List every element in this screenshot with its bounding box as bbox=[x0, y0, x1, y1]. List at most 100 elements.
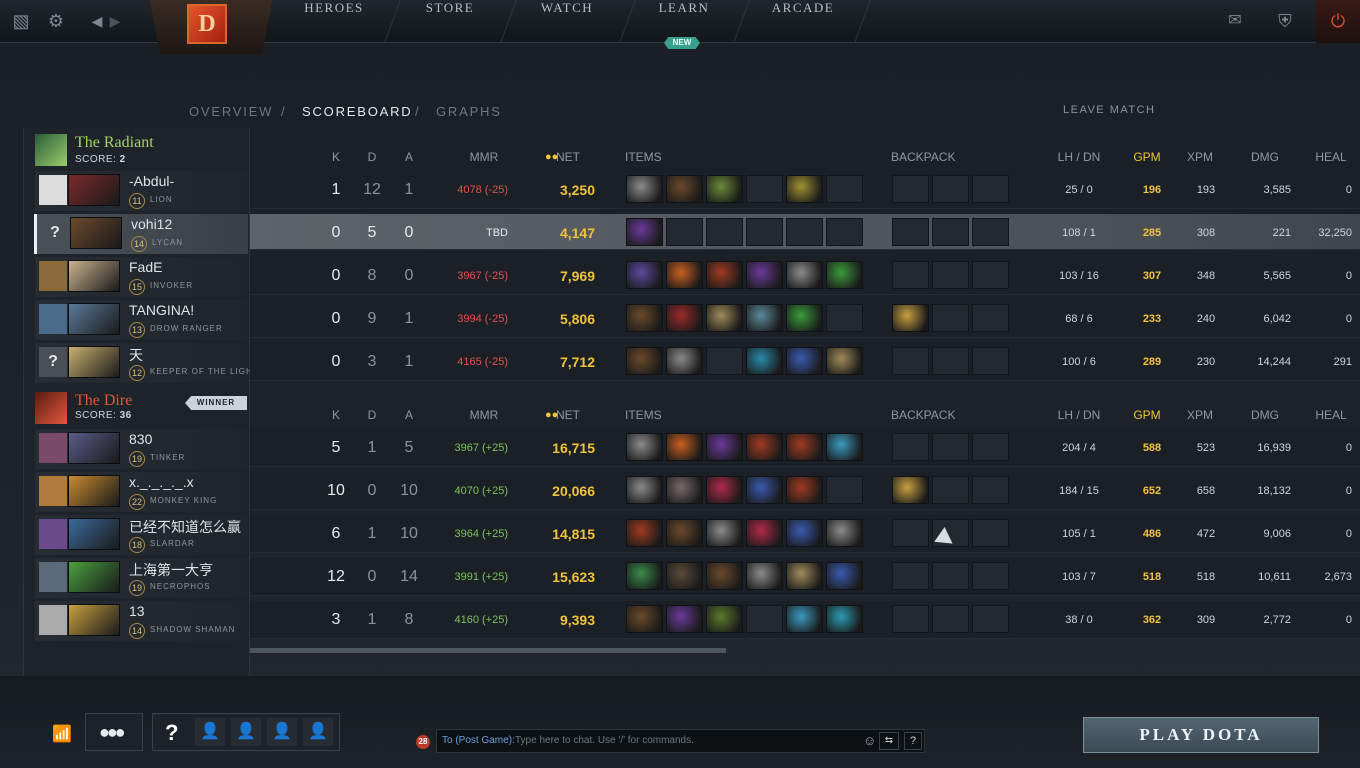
backpack-slot-empty[interactable] bbox=[932, 347, 969, 375]
backpack-slot-empty[interactable] bbox=[972, 347, 1009, 375]
subnav-graphs[interactable]: GRAPHS bbox=[436, 104, 502, 119]
item-slot-empty[interactable] bbox=[786, 218, 823, 246]
nav-tab-learn[interactable]: LEARN bbox=[647, 0, 721, 43]
dota-logo[interactable]: D bbox=[187, 4, 227, 44]
item-slot-empty[interactable] bbox=[826, 218, 863, 246]
party-slot-empty-icon[interactable]: 👤 bbox=[231, 718, 261, 746]
player-name[interactable]: 上海第一大亨 bbox=[129, 560, 213, 580]
player-card[interactable]: 上海第一大亨 19 NECROPHOS bbox=[35, 558, 248, 598]
backpack-slot-empty[interactable] bbox=[892, 433, 929, 461]
nav-tab-heroes[interactable]: HEROES bbox=[295, 0, 373, 43]
player-name[interactable]: 已经不知道怎么赢 bbox=[129, 517, 241, 537]
item-boots-icon[interactable] bbox=[626, 605, 663, 633]
player-card[interactable]: -Abdul- 11 LION bbox=[35, 171, 248, 211]
subnav-overview[interactable]: OVERVIEW bbox=[189, 104, 273, 119]
backpack-slot-empty[interactable] bbox=[932, 218, 969, 246]
item-hood-icon[interactable] bbox=[666, 562, 703, 590]
item-slot-empty[interactable] bbox=[826, 476, 863, 504]
forward-arrow-icon[interactable]: ▶ bbox=[104, 10, 126, 32]
backpack-slot-empty[interactable] bbox=[932, 433, 969, 461]
help-button[interactable]: ? bbox=[165, 720, 178, 746]
chat-target[interactable]: To (Post Game): bbox=[442, 735, 515, 746]
player-card[interactable]: TANGINA! 13 DROW RANGER bbox=[35, 300, 248, 340]
backpack-slot-empty[interactable] bbox=[892, 218, 929, 246]
player-avatar[interactable] bbox=[39, 304, 67, 334]
item-axe-icon[interactable] bbox=[626, 175, 663, 203]
nav-tab-watch[interactable]: WATCH bbox=[527, 0, 607, 43]
item-axe-icon[interactable] bbox=[666, 347, 703, 375]
backpack-slot-empty[interactable] bbox=[932, 562, 969, 590]
item-claw-icon[interactable] bbox=[706, 261, 743, 289]
power-icon[interactable]: ⏻ bbox=[1327, 10, 1349, 32]
player-avatar[interactable] bbox=[39, 433, 67, 463]
item-claw-icon[interactable] bbox=[786, 476, 823, 504]
backpack-slot-empty[interactable] bbox=[972, 304, 1009, 332]
item-staff-icon[interactable] bbox=[786, 519, 823, 547]
table-row[interactable]: 1 12 1 4078 (-25) 3,250 25 / 0 196 193 3,585 0 bbox=[250, 171, 1360, 209]
player-card[interactable]: 830 19 TINKER bbox=[35, 429, 248, 469]
gear-icon[interactable]: ⚙ bbox=[45, 10, 67, 32]
item-slot-empty[interactable] bbox=[746, 175, 783, 203]
item-stone-icon[interactable] bbox=[706, 519, 743, 547]
leave-match-button[interactable]: LEAVE MATCH bbox=[1063, 104, 1156, 116]
backpack-slot-empty[interactable] bbox=[932, 261, 969, 289]
item-axe-icon[interactable] bbox=[626, 476, 663, 504]
party-slot-empty-icon[interactable]: 👤 bbox=[267, 718, 297, 746]
backpack-branch-icon[interactable] bbox=[892, 304, 929, 332]
backpack-slot-empty[interactable] bbox=[972, 218, 1009, 246]
party-slot-empty-icon[interactable]: 👤 bbox=[195, 718, 225, 746]
player-name[interactable]: 830 bbox=[129, 431, 152, 447]
item-kraken-icon[interactable] bbox=[706, 175, 743, 203]
player-avatar[interactable] bbox=[39, 261, 67, 291]
item-hammer-icon[interactable] bbox=[666, 476, 703, 504]
player-avatar[interactable] bbox=[39, 476, 67, 506]
backpack-branch-icon[interactable] bbox=[892, 476, 929, 504]
emoticon-icon[interactable]: ☺ bbox=[863, 733, 876, 748]
player-card[interactable]: 已经不知道怎么赢 18 SLARDAR bbox=[35, 515, 248, 555]
item-fish-icon[interactable] bbox=[746, 347, 783, 375]
item-claw-icon[interactable] bbox=[746, 433, 783, 461]
backpack-slot-empty[interactable] bbox=[932, 605, 969, 633]
backpack-slot-empty[interactable] bbox=[892, 347, 929, 375]
backpack-slot-empty[interactable] bbox=[932, 476, 969, 504]
table-row[interactable]: 3 1 8 4160 (+25) 9,393 38 / 0 362 309 2,772 0 bbox=[250, 601, 1360, 639]
dota-menu-icon[interactable]: ▧ bbox=[10, 10, 32, 32]
item-scroll-icon[interactable] bbox=[826, 347, 863, 375]
backpack-slot-empty[interactable] bbox=[972, 605, 1009, 633]
backpack-slot-empty[interactable] bbox=[932, 304, 969, 332]
item-boots-icon[interactable] bbox=[626, 347, 663, 375]
item-ring-icon[interactable] bbox=[746, 304, 783, 332]
item-slot-empty[interactable] bbox=[826, 304, 863, 332]
backpack-slot-empty[interactable] bbox=[892, 175, 929, 203]
player-avatar[interactable] bbox=[39, 562, 67, 592]
item-slot-empty[interactable] bbox=[706, 218, 743, 246]
player-name[interactable]: 天 bbox=[129, 345, 143, 365]
player-name[interactable]: FadE bbox=[129, 259, 162, 275]
item-wave-icon[interactable] bbox=[826, 605, 863, 633]
party-button[interactable]: ●●● bbox=[85, 713, 143, 751]
player-card[interactable]: ? vohi12 14 LYCAN bbox=[34, 214, 248, 254]
item-gem-icon[interactable] bbox=[826, 433, 863, 461]
shield-sword-icon[interactable]: ⛨ bbox=[1274, 10, 1296, 32]
item-boots-icon[interactable] bbox=[666, 519, 703, 547]
player-name[interactable]: 13 bbox=[129, 603, 145, 619]
backpack-slot-empty[interactable] bbox=[972, 261, 1009, 289]
table-row[interactable]: 0 9 1 3994 (-25) 5,806 68 / 6 233 240 6,042 0 bbox=[250, 300, 1360, 338]
player-avatar[interactable] bbox=[39, 605, 67, 635]
table-row[interactable]: 0 3 1 4165 (-25) 7,712 100 / 6 289 230 14,244 291 bbox=[250, 343, 1360, 381]
player-avatar[interactable]: ? bbox=[39, 347, 67, 377]
player-name[interactable]: -Abdul- bbox=[129, 173, 174, 189]
item-leaf-icon[interactable] bbox=[826, 261, 863, 289]
chat-help-button[interactable]: ? bbox=[904, 732, 922, 750]
item-skull-icon[interactable] bbox=[666, 304, 703, 332]
play-dota-button[interactable]: PLAY DOTA bbox=[1083, 717, 1319, 753]
player-avatar[interactable] bbox=[39, 175, 67, 205]
backpack-slot-empty[interactable] bbox=[932, 175, 969, 203]
backpack-slot-empty[interactable] bbox=[972, 562, 1009, 590]
party-slot-empty-icon[interactable]: 👤 bbox=[303, 718, 333, 746]
table-row[interactable]: 5 1 5 3967 (+25) 16,715 204 / 4 588 523 16,939 0 bbox=[250, 429, 1360, 467]
backpack-slot-empty[interactable] bbox=[892, 562, 929, 590]
item-claw-icon[interactable] bbox=[786, 433, 823, 461]
item-boots-icon[interactable] bbox=[666, 175, 703, 203]
item-sword-icon[interactable] bbox=[746, 519, 783, 547]
